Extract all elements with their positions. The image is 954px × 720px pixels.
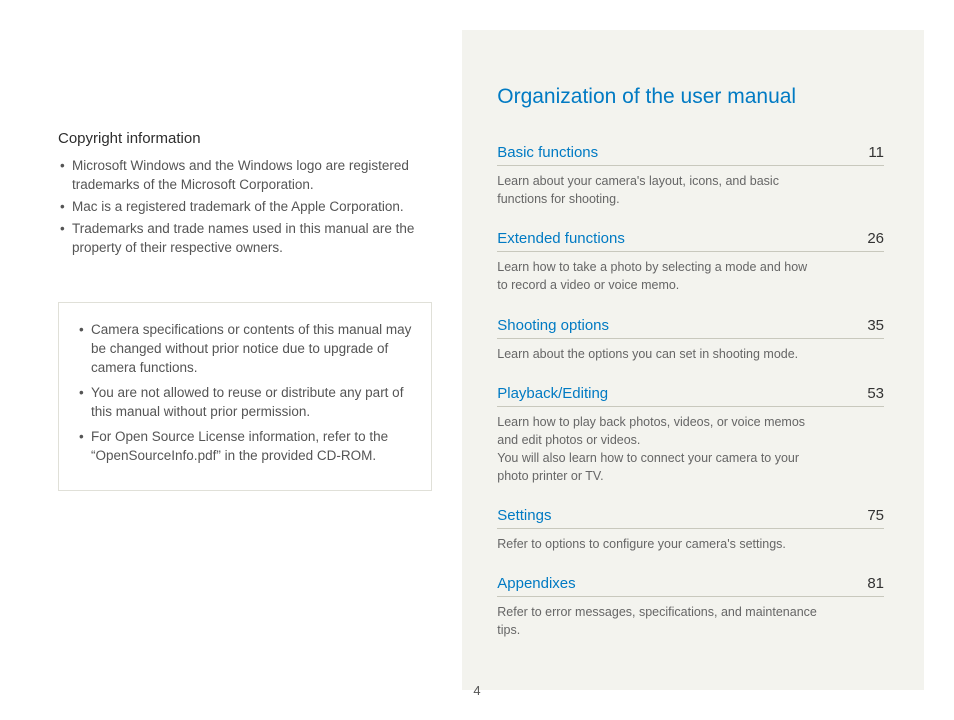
toc-header: Shooting options 35 [497, 317, 884, 339]
toc-header: Settings 75 [497, 507, 884, 529]
toc-page: 53 [867, 385, 884, 402]
toc-desc: Refer to error messages, specifications,… [497, 603, 817, 639]
toc-item-settings: Settings 75 Refer to options to configur… [497, 507, 884, 553]
list-item: Camera specifications or contents of thi… [77, 321, 413, 378]
toc-header: Extended functions 26 [497, 230, 884, 252]
notice-box: Camera specifications or contents of thi… [58, 302, 432, 490]
toc-header: Basic functions 11 [497, 144, 884, 166]
toc-item-playback-editing: Playback/Editing 53 Learn how to play ba… [497, 385, 884, 486]
toc-desc: Learn about the options you can set in s… [497, 345, 817, 363]
list-item: Mac is a registered trademark of the App… [58, 198, 432, 217]
toc-item-basic-functions: Basic functions 11 Learn about your came… [497, 144, 884, 208]
page-number: 4 [473, 683, 480, 698]
toc-title[interactable]: Extended functions [497, 230, 625, 247]
toc-page: 75 [867, 507, 884, 524]
list-item: Trademarks and trade names used in this … [58, 220, 432, 258]
toc-desc: Learn how to play back photos, videos, o… [497, 413, 817, 486]
toc-item-extended-functions: Extended functions 26 Learn how to take … [497, 230, 884, 294]
toc-desc: Learn about your camera's layout, icons,… [497, 172, 817, 208]
toc-page: 35 [867, 317, 884, 334]
organization-heading: Organization of the user manual [497, 85, 884, 109]
notice-bullets: Camera specifications or contents of thi… [77, 321, 413, 465]
toc-title[interactable]: Settings [497, 507, 551, 524]
left-column: Copyright information Microsoft Windows … [0, 0, 462, 720]
toc-page: 26 [867, 230, 884, 247]
list-item: You are not allowed to reuse or distribu… [77, 384, 413, 422]
toc-item-appendixes: Appendixes 81 Refer to error messages, s… [497, 575, 884, 639]
copyright-bullets: Microsoft Windows and the Windows logo a… [58, 157, 432, 257]
toc-header: Appendixes 81 [497, 575, 884, 597]
list-item: For Open Source License information, ref… [77, 428, 413, 466]
toc-item-shooting-options: Shooting options 35 Learn about the opti… [497, 317, 884, 363]
toc-header: Playback/Editing 53 [497, 385, 884, 407]
toc-title[interactable]: Shooting options [497, 317, 609, 334]
copyright-heading: Copyright information [58, 130, 432, 147]
toc-title[interactable]: Appendixes [497, 575, 575, 592]
toc-page: 11 [868, 144, 884, 161]
right-column: Organization of the user manual Basic fu… [462, 30, 924, 690]
page: Copyright information Microsoft Windows … [0, 0, 954, 720]
toc-page: 81 [867, 575, 884, 592]
toc-title[interactable]: Playback/Editing [497, 385, 608, 402]
toc-desc: Refer to options to configure your camer… [497, 535, 817, 553]
toc-title[interactable]: Basic functions [497, 144, 598, 161]
list-item: Microsoft Windows and the Windows logo a… [58, 157, 432, 195]
toc-desc: Learn how to take a photo by selecting a… [497, 258, 817, 294]
